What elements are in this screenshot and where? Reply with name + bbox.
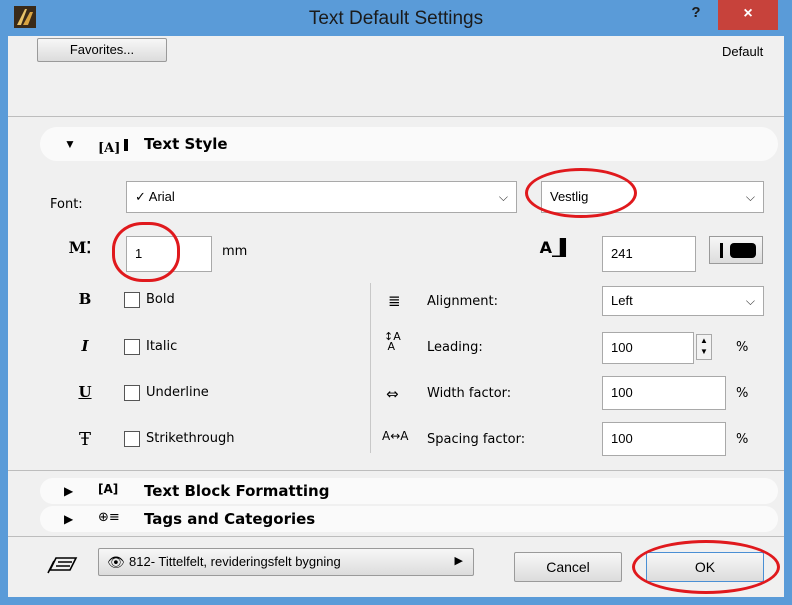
bold-checkbox[interactable] (124, 292, 140, 308)
divider (8, 116, 784, 117)
pen-color-swatch (730, 243, 756, 258)
font-label: Font: (50, 197, 83, 212)
alignment-label: Alignment: (427, 294, 498, 309)
width-factor-input[interactable]: 100 (602, 376, 726, 410)
size-unit-label: mm (222, 244, 248, 259)
section-title-text-style: Text Style (144, 135, 228, 153)
section-title-tags: Tags and Categories (144, 510, 316, 528)
spacing-factor-label: Spacing factor: (427, 432, 526, 447)
layer-selector[interactable]: 👁 812- Tittelfelt, revideringsfelt bygni… (98, 548, 474, 576)
layer-icon (47, 557, 78, 574)
layer-name: 812- Tittelfelt, revideringsfelt bygning (129, 554, 341, 569)
window-title: Text Default Settings (308, 8, 484, 29)
font-value: ✓ Arial (135, 189, 175, 204)
text-block-icon: [A] (98, 482, 119, 496)
help-button[interactable]: ? (684, 4, 708, 24)
chevron-down-icon: ⌵ (745, 294, 755, 308)
underline-label[interactable]: Underline (146, 385, 209, 400)
alignment-value: Left (611, 293, 633, 308)
italic-icon: I (81, 337, 89, 355)
close-button[interactable]: × (718, 0, 778, 30)
underline-icon: U (78, 383, 92, 401)
width-factor-label: Width factor: (427, 386, 512, 401)
strikethrough-label[interactable]: Strikethrough (146, 431, 234, 446)
title-bar: Text Default Settings ? × (0, 0, 792, 36)
column-divider (370, 283, 371, 453)
leading-label: Leading: (427, 340, 483, 355)
chevron-down-icon: ⌵ (498, 190, 508, 204)
highlight-ring (112, 222, 180, 282)
width-factor-icon: ⇔ (386, 385, 399, 403)
spacing-factor-input[interactable]: 100 (602, 422, 726, 456)
bold-label[interactable]: Bold (146, 292, 175, 307)
pen-number-input[interactable]: 241 (602, 236, 696, 272)
pen-color-button[interactable] (709, 236, 763, 264)
width-factor-percent: % (736, 386, 749, 401)
expand-triangle-icon[interactable]: ▶ (64, 512, 73, 526)
bold-icon: B (78, 290, 92, 308)
text-style-icon: [A] (98, 139, 128, 156)
pen-icon: A_▌ (539, 238, 573, 257)
svg-text:[A]: [A] (98, 141, 120, 156)
collapse-triangle-icon[interactable]: ▼ (64, 137, 76, 151)
underline-checkbox[interactable] (124, 385, 140, 401)
submenu-arrow-icon: ▶ (454, 555, 463, 567)
divider (8, 470, 784, 471)
font-dropdown[interactable]: ✓ Arial ⌵ (126, 181, 517, 213)
divider (8, 536, 784, 537)
alignment-dropdown[interactable]: Left ⌵ (602, 286, 764, 316)
strikethrough-icon: Ŧ (78, 429, 91, 450)
spacing-factor-percent: % (736, 432, 749, 447)
italic-label[interactable]: Italic (146, 339, 177, 354)
strikethrough-checkbox[interactable] (124, 431, 140, 447)
leading-icon: ↕A A (384, 330, 401, 353)
chevron-down-icon: ⌵ (745, 190, 755, 204)
favorites-button[interactable]: Favorites... (37, 38, 167, 62)
cancel-button[interactable]: Cancel (514, 552, 622, 582)
leading-percent: % (736, 340, 749, 355)
leading-stepper[interactable]: ▲ ▼ (696, 334, 712, 360)
highlight-ring (632, 540, 780, 594)
font-size-icon: M⁚ (68, 238, 92, 257)
alignment-icon: ≣ (388, 292, 401, 310)
italic-checkbox[interactable] (124, 339, 140, 355)
leading-input[interactable]: 100 (602, 332, 694, 364)
spacing-factor-icon: A↔A (382, 429, 409, 443)
default-label: Default (722, 44, 764, 59)
tags-icon: ⊕≡ (98, 510, 120, 525)
eye-icon: 👁 (107, 554, 125, 570)
pen-bar-icon (720, 243, 723, 258)
highlight-ring (525, 168, 637, 218)
section-title-text-block: Text Block Formatting (144, 482, 330, 500)
expand-triangle-icon[interactable]: ▶ (64, 484, 73, 498)
